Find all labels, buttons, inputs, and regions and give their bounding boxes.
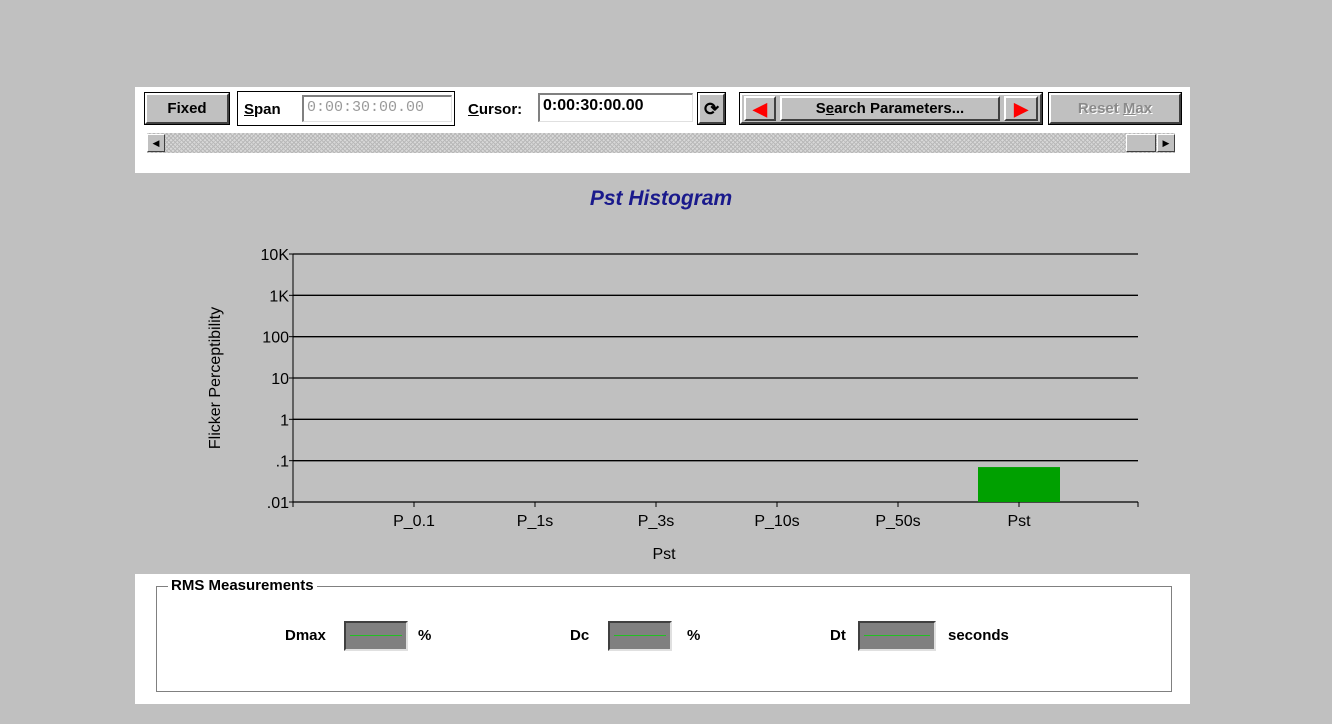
- x-tick-label: P_3s: [638, 513, 674, 530]
- y-tick-label: 10K: [261, 247, 290, 264]
- x-tick-label: P_0.1: [393, 513, 435, 530]
- x-axis-label: Pst: [652, 546, 676, 563]
- x-tick-label: P_50s: [875, 513, 920, 530]
- y-axis-label: Flicker Perceptibility: [207, 307, 224, 449]
- dt-label: Dt: [830, 627, 846, 644]
- dmax-unit: %: [418, 627, 432, 644]
- y-tick-label: 1K: [269, 288, 289, 305]
- y-tick-label: 10: [271, 371, 289, 388]
- chart-title: Pst Histogram: [590, 187, 732, 210]
- y-tick-label: .1: [276, 454, 289, 471]
- y-tick-label: 100: [262, 330, 289, 347]
- bar-pst: [978, 467, 1060, 502]
- y-tick-label: .01: [267, 495, 289, 512]
- x-tick-label: Pst: [1007, 513, 1031, 530]
- y-tick-label: 1: [280, 412, 289, 429]
- x-tick-label: P_10s: [754, 513, 799, 530]
- dc-unit: %: [687, 627, 701, 644]
- pst-histogram-chart: Pst Histogram Flicker Perceptibility Pst…: [207, 187, 1139, 563]
- dmax-label: Dmax: [285, 627, 326, 644]
- dt-unit: seconds: [948, 627, 1009, 644]
- dc-value: [608, 621, 672, 651]
- dmax-value: [344, 621, 408, 651]
- dc-label: Dc: [570, 627, 590, 644]
- rms-title: RMS Measurements: [168, 577, 317, 594]
- x-tick-label: P_1s: [517, 513, 553, 530]
- dt-value: [858, 621, 936, 651]
